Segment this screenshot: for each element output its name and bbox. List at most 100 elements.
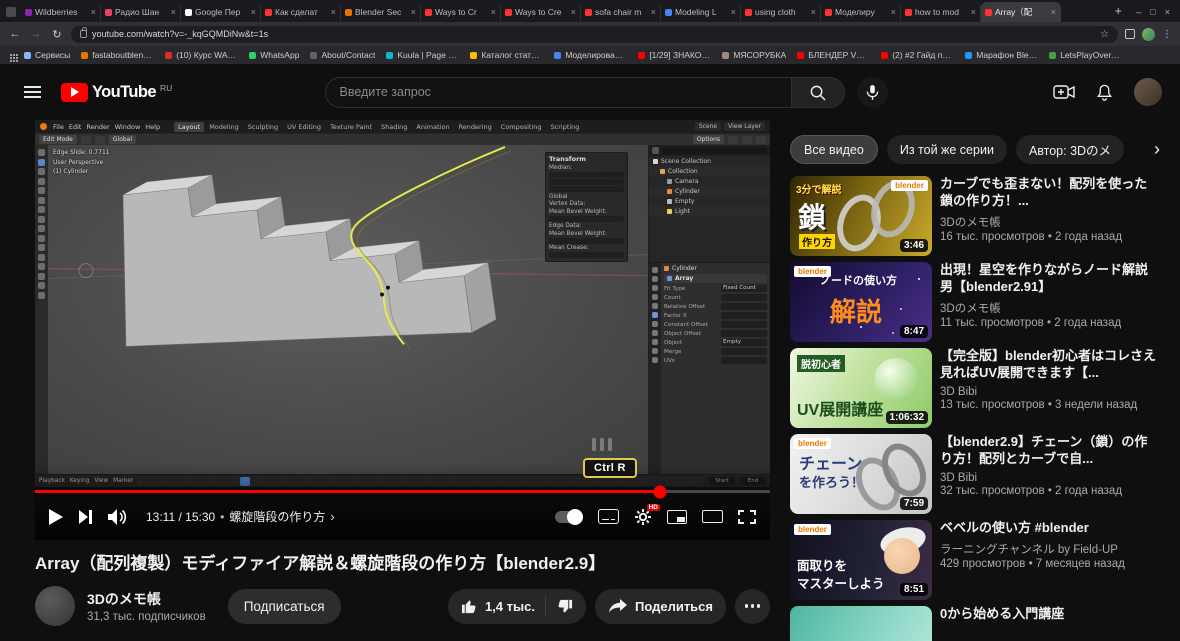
- outliner-row[interactable]: Cylinder: [649, 186, 770, 196]
- chip-same-author[interactable]: Автор: 3Dのメ: [1015, 135, 1125, 164]
- video-title[interactable]: 【完全版】blender初心者はコレさえ見ればUV展開できます【...: [940, 348, 1160, 382]
- blender-tool-icon[interactable]: [38, 291, 45, 299]
- properties-tab-icon[interactable]: [652, 348, 658, 354]
- bookmark-item[interactable]: (10) Курс WAGON 2...: [165, 50, 238, 60]
- extensions-icon[interactable]: [1125, 29, 1135, 39]
- blender-workspace-tab[interactable]: Shading: [377, 122, 411, 132]
- related-video[interactable]: チェーン を作ろう！ blender 7:59 【blender2.9】チェーン…: [790, 434, 1160, 514]
- video-channel[interactable]: ラーニングチャンネル by Field-UP: [940, 541, 1125, 557]
- properties-tab-icon[interactable]: [652, 285, 658, 291]
- blender-workspace-tab[interactable]: Sculpting: [244, 122, 282, 132]
- video-channel[interactable]: 3D Bibi: [940, 472, 1160, 484]
- view-layer-selector[interactable]: View Layer: [724, 122, 765, 131]
- settings-button[interactable]: HD: [634, 503, 660, 526]
- bookmark-item[interactable]: Сервисы: [24, 50, 70, 60]
- properties-tab-icon[interactable]: [652, 330, 658, 336]
- outliner-row[interactable]: Camera: [649, 176, 770, 186]
- video-title[interactable]: 0から始める入門講座: [940, 606, 1064, 623]
- properties-tab-icon[interactable]: [652, 303, 658, 309]
- blender-tool-icon[interactable]: [38, 158, 45, 166]
- like-count[interactable]: 1,4 тыс.: [485, 599, 535, 614]
- bookmark-item[interactable]: БЛЕНДЕР VENTALL...: [797, 50, 870, 60]
- video-thumbnail[interactable]: 面取りを マスターしよう blender 8:51: [790, 520, 932, 600]
- bookmark-item[interactable]: fastaboutblender.com: [81, 50, 154, 60]
- blender-workspace-tab[interactable]: UV Editing: [283, 122, 325, 132]
- blender-workspace-tab[interactable]: Scripting: [547, 122, 584, 132]
- npanel-field[interactable]: [549, 252, 624, 258]
- video-thumbnail[interactable]: 3分で解説 鎖 作り方 blender 3:46: [790, 176, 932, 256]
- scene-selector[interactable]: Scene: [694, 122, 722, 131]
- browser-tab[interactable]: Modeling L ×: [661, 2, 741, 22]
- bookmark-star-icon[interactable]: ☆: [1100, 29, 1109, 40]
- blender-workspace-tab[interactable]: Compositing: [497, 122, 546, 132]
- properties-tab-icon[interactable]: [652, 312, 658, 318]
- viewport-3d[interactable]: Edge Slide: 0.7711 User Perspective (1) …: [48, 145, 648, 474]
- tab-close-icon[interactable]: ×: [411, 7, 416, 17]
- blender-tool-icon[interactable]: [38, 206, 45, 213]
- tab-close-icon[interactable]: ×: [971, 7, 976, 17]
- share-button[interactable]: Поделиться: [594, 588, 726, 624]
- modifier-header[interactable]: Array: [664, 274, 767, 283]
- modifier-field[interactable]: [721, 312, 767, 319]
- video-title[interactable]: 出現！星空を作りながらノード解説男【blender2.91】: [940, 262, 1160, 296]
- blender-tool-icon[interactable]: [38, 149, 45, 156]
- mode-dropdown[interactable]: Edit Mode: [39, 135, 77, 144]
- outliner-filter-icon[interactable]: [652, 147, 659, 154]
- youtube-logo[interactable]: YouTube RU: [61, 82, 172, 102]
- tab-close-icon[interactable]: ×: [1051, 7, 1056, 17]
- bookmark-item[interactable]: МЯСОРУБКА: [722, 50, 786, 60]
- related-video[interactable]: 脱初心者 UV展開講座 1:06:32 【完全版】blender初心者はコレさえ…: [790, 348, 1160, 428]
- tab-close-icon[interactable]: ×: [91, 7, 96, 17]
- video-thumbnail[interactable]: 脱初心者 UV展開講座 1:06:32: [790, 348, 932, 428]
- related-video[interactable]: 0から始める入門講座: [790, 606, 1160, 641]
- blender-tool-icon[interactable]: [38, 187, 45, 194]
- blender-menu-item[interactable]: Help: [145, 123, 160, 131]
- blender-menu-item[interactable]: Window: [115, 123, 141, 131]
- viewport-header-button[interactable]: [94, 135, 105, 144]
- bookmark-item[interactable]: Моделирование и...: [554, 50, 627, 60]
- menu-icon[interactable]: [24, 83, 41, 101]
- properties-tab-icon[interactable]: [652, 321, 658, 327]
- blender-tool-icon[interactable]: [38, 244, 45, 251]
- search-input[interactable]: [324, 76, 791, 108]
- browser-tab[interactable]: Array（配 ×: [981, 2, 1061, 22]
- video-channel[interactable]: 3D Bibi: [940, 386, 1160, 398]
- refresh-button[interactable]: ↻: [50, 28, 64, 41]
- chip-same-series[interactable]: Из той же серии: [886, 135, 1007, 164]
- create-video-button[interactable]: [1053, 84, 1075, 100]
- bookmark-item[interactable]: Марафон Blender...: [965, 50, 1038, 60]
- dislike-icon[interactable]: [556, 598, 573, 615]
- bookmark-item[interactable]: LetsPlayOverGame...: [1049, 50, 1122, 60]
- bookmark-item[interactable]: WhatsApp: [249, 50, 299, 60]
- blender-tool-icon[interactable]: [38, 196, 45, 204]
- viewport-toggle[interactable]: [728, 135, 738, 144]
- play-button[interactable]: [49, 508, 63, 525]
- browser-tab[interactable]: Wildberries ×: [21, 2, 101, 22]
- search-button[interactable]: [790, 76, 845, 108]
- properties-tab-icon[interactable]: [652, 276, 658, 282]
- chips-scroll-right-icon[interactable]: ›: [1148, 139, 1160, 160]
- browser-tab[interactable]: Blender Sec ×: [341, 2, 421, 22]
- browser-tab[interactable]: Ways to Cre ×: [501, 2, 581, 22]
- forward-button[interactable]: →: [29, 28, 43, 40]
- modifier-field[interactable]: [721, 348, 767, 355]
- blender-tool-icon[interactable]: [38, 215, 45, 223]
- next-button[interactable]: [79, 509, 92, 524]
- npanel-field[interactable]: [549, 186, 624, 192]
- blender-tool-icon[interactable]: [38, 253, 45, 261]
- blender-tool-icon[interactable]: [38, 282, 45, 289]
- new-tab-button[interactable]: +: [1110, 4, 1126, 20]
- blender-tool-icon[interactable]: [38, 234, 45, 242]
- outliner-row[interactable]: Collection: [649, 166, 770, 176]
- npanel-field[interactable]: [549, 179, 624, 185]
- notifications-button[interactable]: [1095, 83, 1114, 102]
- properties-tab-icon[interactable]: [652, 357, 658, 363]
- browser-tab[interactable]: how to mod ×: [901, 2, 981, 22]
- tab-close-icon[interactable]: ×: [731, 7, 736, 17]
- bookmark-item[interactable]: [1/29] ЗНАКОМСТВ...: [638, 50, 711, 60]
- browser-tab[interactable]: using cloth ×: [741, 2, 821, 22]
- theater-mode-button[interactable]: [702, 510, 723, 523]
- apps-grid-icon[interactable]: [10, 54, 12, 56]
- npanel-field[interactable]: [549, 237, 624, 244]
- tab-close-icon[interactable]: ×: [571, 7, 576, 17]
